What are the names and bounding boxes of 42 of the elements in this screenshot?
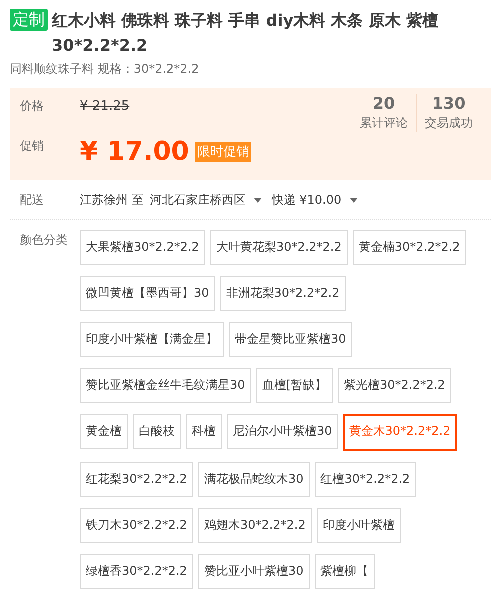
custom-badge: 定制 [10, 9, 48, 31]
stat-value: 130 [432, 94, 466, 113]
product-subtitle: 同料顺纹珠子料 规格：30*2.2*2.2 [10, 61, 200, 78]
ship-from: 江苏徐州 至 [80, 192, 144, 209]
product-title: 红木小料 佛珠料 珠子料 手串 diy木料 木条 原木 紫檀 30*2.2*2.2 [52, 10, 440, 57]
option-chip[interactable]: 血檀[暂缺】 [256, 368, 333, 403]
option-chip[interactable]: 紫光檀30*2.2*2.2 [338, 368, 452, 403]
option-chip[interactable]: 满花极品蛇纹木30 [198, 462, 310, 497]
option-chip[interactable]: 鸡翅木30*2.2*2.2 [198, 508, 312, 543]
option-chip[interactable]: 黄金楠30*2.2*2.2 [352, 230, 466, 265]
option-chip[interactable]: 赞比亚紫檀金丝牛毛纹满星30 [80, 368, 252, 403]
delivery-label: 配送 [20, 192, 45, 209]
shipping-dropdown[interactable]: 快递 ¥10.00 [272, 192, 358, 209]
promo-label: 促销 [20, 138, 45, 155]
option-chip[interactable]: 带金星赞比亚紫檀30 [229, 322, 352, 357]
option-chip[interactable]: 尼泊尔小叶紫檀30 [227, 414, 338, 449]
caret-icon [254, 198, 262, 203]
destination-dropdown[interactable]: 河北石家庄桥西区 [150, 192, 262, 209]
stat-label: 交易成功 [425, 115, 473, 132]
option-chip[interactable]: 白酸枝 [133, 414, 181, 449]
color-label: 颜色分类 [20, 232, 69, 249]
option-chip[interactable]: 紫檀柳【 [314, 554, 375, 589]
promo-badge: 限时促销 [195, 142, 252, 162]
option-chip[interactable]: 科檀 [186, 414, 222, 449]
option-chip[interactable]: 非洲花梨30*2.2*2.2 [220, 276, 346, 311]
option-chip[interactable]: 绿檀香30*2.2*2.2 [80, 554, 194, 589]
option-chip[interactable]: 黄金檀 [80, 414, 128, 449]
option-chip[interactable]: 大果紫檀30*2.2*2.2 [80, 230, 206, 265]
option-chip[interactable]: 铁刀木30*2.2*2.2 [80, 508, 194, 543]
option-chip[interactable]: 印度小叶紫檀 [316, 508, 401, 543]
option-chip[interactable]: 红花梨30*2.2*2.2 [80, 462, 194, 497]
stat-value: 20 [372, 94, 396, 113]
option-chip[interactable]: 微凹黄檀【墨西哥】30 [80, 276, 216, 311]
original-price: ¥ 21.25 [80, 99, 130, 114]
stat-label: 累计评论 [360, 115, 408, 132]
price-label: 价格 [20, 98, 45, 115]
option-chip[interactable]: 大叶黄花梨30*2.2*2.2 [210, 230, 348, 265]
option-chip[interactable]: 印度小叶紫檀【满金星】 [80, 322, 224, 357]
caret-icon [350, 198, 358, 203]
promo-price: ¥ 17.00 [80, 137, 190, 167]
option-chip[interactable]: 赞比亚小叶紫檀30 [198, 554, 310, 589]
option-chip[interactable]: 红檀30*2.2*2.2 [314, 462, 416, 497]
